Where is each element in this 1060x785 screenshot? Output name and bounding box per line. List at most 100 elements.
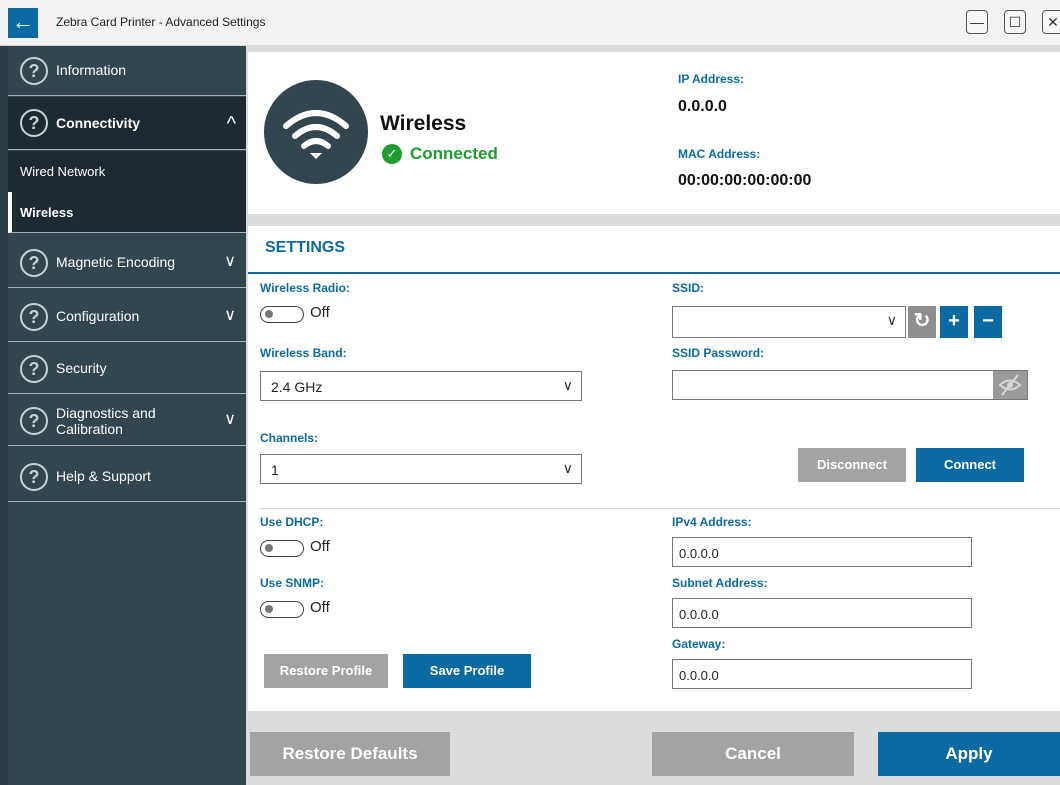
help-circle-icon: ?: [20, 303, 48, 331]
close-icon: ✕: [1047, 14, 1059, 30]
refresh-icon: ↻: [913, 310, 931, 332]
sidebar-item-label-line2: Calibration: [56, 421, 123, 437]
sidebar-subitem-wired-network[interactable]: Wired Network: [8, 151, 246, 192]
channels-label: Channels:: [260, 431, 319, 445]
remove-ssid-button[interactable]: −: [974, 306, 1002, 338]
gateway-label: Gateway:: [672, 637, 726, 651]
maximize-button[interactable]: ☐: [1004, 10, 1026, 34]
sidebar-item-security[interactable]: ? Security: [8, 344, 246, 394]
sidebar-item-configuration[interactable]: ? Configuration ∨: [8, 292, 246, 342]
main-content: Wireless ✓ Connected IP Address: 0.0.0.0…: [246, 46, 1060, 785]
save-profile-button[interactable]: Save Profile: [403, 654, 531, 688]
ip-address-value: 0.0.0.0: [678, 98, 727, 115]
wifi-icon: [264, 80, 368, 184]
chevron-down-icon: ∨: [562, 377, 573, 393]
connection-status: Connected: [410, 144, 498, 163]
wireless-radio-label: Wireless Radio:: [260, 281, 350, 295]
section-divider: [260, 508, 1060, 509]
refresh-ssid-button[interactable]: ↻: [908, 306, 936, 338]
window-title: Zebra Card Printer - Advanced Settings: [56, 15, 266, 29]
sidebar-item-label: Information: [56, 62, 127, 78]
sidebar-item-label: Security: [56, 360, 107, 376]
restore-profile-button[interactable]: Restore Profile: [264, 654, 388, 688]
wireless-band-value: 2.4 GHz: [271, 379, 323, 395]
chevron-down-icon: ∨: [886, 312, 897, 328]
chevron-up-icon: ^: [226, 113, 236, 135]
use-snmp-toggle[interactable]: [260, 601, 304, 618]
use-snmp-state: Off: [310, 599, 330, 616]
subnet-address-field[interactable]: 0.0.0.0: [672, 598, 972, 628]
sidebar-subitem-label: Wired Network: [20, 164, 106, 179]
gateway-field[interactable]: 0.0.0.0: [672, 659, 972, 689]
minus-icon: −: [982, 310, 994, 332]
chevron-down-icon: ∨: [224, 307, 236, 324]
cancel-button[interactable]: Cancel: [652, 732, 854, 776]
sidebar-item-diagnostics-calibration[interactable]: ? Diagnostics and Calibration ∨: [8, 396, 246, 446]
wireless-band-label: Wireless Band:: [260, 346, 347, 360]
ssid-password-label: SSID Password:: [672, 346, 765, 360]
wireless-radio-toggle[interactable]: [260, 306, 304, 323]
app-window: ← Zebra Card Printer - Advanced Settings…: [0, 0, 1060, 785]
chevron-down-icon: ∨: [224, 253, 236, 270]
use-snmp-label: Use SNMP:: [260, 576, 325, 590]
toggle-knob: [265, 310, 273, 318]
settings-divider: [248, 272, 1060, 274]
connection-header: Wireless ✓ Connected IP Address: 0.0.0.0…: [248, 52, 1060, 214]
maximize-icon: ☐: [1008, 14, 1022, 30]
sidebar-item-label: Diagnostics and Calibration: [56, 405, 156, 437]
sidebar-item-magnetic-encoding[interactable]: ? Magnetic Encoding ∨: [8, 238, 246, 288]
use-dhcp-state: Off: [310, 538, 330, 555]
back-button[interactable]: ←: [8, 8, 38, 38]
add-ssid-button[interactable]: +: [940, 306, 968, 338]
sidebar-item-label: Magnetic Encoding: [56, 254, 176, 270]
help-circle-icon: ?: [20, 463, 48, 491]
minimize-icon: —: [970, 14, 984, 30]
ipv4-address-field[interactable]: 0.0.0.0: [672, 537, 972, 567]
sidebar-subitem-wireless[interactable]: Wireless: [8, 192, 246, 233]
use-dhcp-label: Use DHCP:: [260, 515, 324, 529]
ssid-select[interactable]: ∨: [672, 306, 906, 338]
eye-slash-icon: [998, 374, 1022, 396]
apply-button[interactable]: Apply: [878, 732, 1060, 776]
minimize-button[interactable]: —: [966, 10, 988, 34]
sidebar-item-label: Connectivity: [56, 115, 141, 131]
sidebar: ? Information ? Connectivity ^ Wired Net…: [0, 46, 246, 785]
subnet-address-value: 0.0.0.0: [679, 607, 719, 622]
chevron-down-icon: ∨: [224, 411, 236, 428]
channels-value: 1: [271, 462, 279, 478]
sidebar-item-information[interactable]: ? Information: [8, 46, 246, 96]
connect-button[interactable]: Connect: [916, 448, 1024, 482]
sidebar-subitem-label: Wireless: [20, 205, 74, 220]
disconnect-button[interactable]: Disconnect: [798, 448, 906, 482]
settings-title: SETTINGS: [265, 239, 346, 256]
settings-panel: SETTINGS Wireless Radio: Off Wireless Ba…: [248, 226, 1060, 711]
gateway-value: 0.0.0.0: [679, 668, 719, 683]
help-circle-icon: ?: [20, 57, 48, 85]
help-circle-icon: ?: [20, 249, 48, 277]
ssid-label: SSID:: [672, 281, 705, 295]
sidebar-item-label-line1: Diagnostics and: [56, 405, 156, 421]
check-circle-icon: ✓: [382, 144, 402, 164]
restore-defaults-button[interactable]: Restore Defaults: [250, 732, 450, 776]
title-bar: ← Zebra Card Printer - Advanced Settings…: [0, 0, 1060, 46]
ip-address-label: IP Address:: [678, 72, 745, 86]
connection-title: Wireless: [380, 112, 467, 135]
help-circle-icon: ?: [20, 355, 48, 383]
channels-select[interactable]: 1 ∨: [260, 454, 582, 484]
wireless-radio-state: Off: [310, 304, 330, 321]
help-circle-icon: ?: [20, 407, 48, 435]
chevron-down-icon: ∨: [562, 460, 573, 476]
sidebar-item-help-support[interactable]: ? Help & Support: [8, 452, 246, 502]
mac-address-label: MAC Address:: [678, 147, 761, 161]
use-dhcp-toggle[interactable]: [260, 540, 304, 557]
wireless-band-select[interactable]: 2.4 GHz ∨: [260, 371, 582, 401]
ipv4-address-value: 0.0.0.0: [679, 546, 719, 561]
close-button[interactable]: ✕: [1042, 10, 1060, 34]
sidebar-item-connectivity[interactable]: ? Connectivity ^: [8, 97, 246, 150]
toggle-password-visibility-button[interactable]: [993, 371, 1027, 399]
subnet-address-label: Subnet Address:: [672, 576, 768, 590]
ssid-password-field[interactable]: [672, 370, 1028, 400]
sidebar-item-label: Configuration: [56, 308, 140, 324]
back-arrow-icon: ←: [12, 9, 34, 34]
plus-icon: +: [948, 310, 960, 332]
